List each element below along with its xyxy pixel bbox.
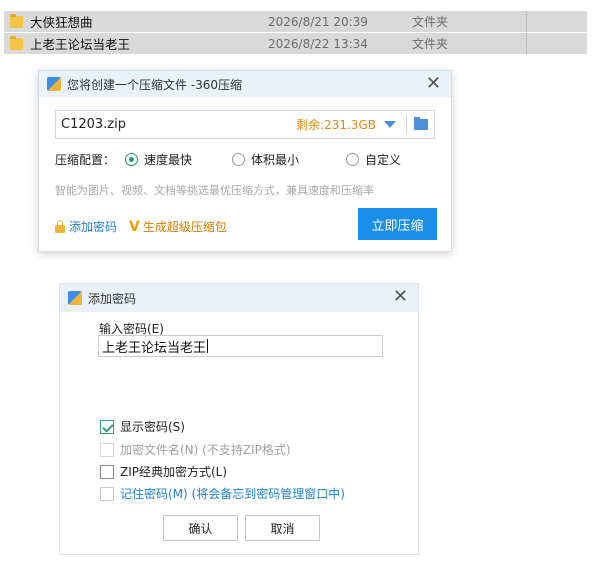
option-fastest[interactable]: 速度最快 bbox=[125, 151, 192, 168]
browse-folder-icon[interactable] bbox=[414, 117, 428, 130]
column-divider bbox=[526, 11, 527, 32]
show-password-option[interactable]: 显示密码(S) bbox=[100, 418, 185, 435]
option-custom[interactable]: 自定义 bbox=[346, 151, 401, 168]
compress-dialog-title: 您将创建一个压缩文件 -360压缩 bbox=[67, 77, 243, 92]
remember-password-option[interactable]: 记住密码(M) (将会备忘到密码管理窗口中) bbox=[100, 485, 345, 502]
option-label: 速度最快 bbox=[144, 153, 193, 167]
option-smallest[interactable]: 体积最小 bbox=[232, 151, 299, 168]
add-password-dialog: 添加密码 ✕ 输入密码(E) 上老王论坛当老王 显示密码(S) 加密文件名(N)… bbox=[59, 283, 419, 555]
file-type: 文件夹 bbox=[412, 37, 449, 51]
compress-dialog-titlebar[interactable]: 您将创建一个压缩文件 -360压缩 ✕ bbox=[39, 71, 451, 97]
checkbox-label: ZIP经典加密方式(L) bbox=[120, 465, 228, 479]
checkbox-label: 记住密码(M) (将会备忘到密码管理窗口中) bbox=[120, 487, 345, 501]
option-label: 自定义 bbox=[365, 153, 402, 167]
compress-now-button[interactable]: 立即压缩 bbox=[358, 208, 437, 240]
confirm-button[interactable]: 确认 bbox=[163, 515, 238, 541]
checkbox-label: 显示密码(S) bbox=[120, 420, 185, 434]
v-icon: V bbox=[129, 218, 140, 235]
password-dialog-titlebar[interactable]: 添加密码 ✕ bbox=[60, 284, 418, 312]
folder-icon bbox=[10, 13, 23, 28]
file-date: 2026/8/21 20:39 bbox=[268, 14, 368, 29]
option-label: 体积最小 bbox=[251, 153, 300, 167]
radio-selected[interactable] bbox=[125, 153, 138, 166]
archive-path-field[interactable]: C1203.zip 剩余:231.3GB bbox=[55, 110, 435, 139]
compress-dialog: 您将创建一个压缩文件 -360压缩 ✕ C1203.zip 剩余:231.3GB… bbox=[38, 70, 452, 252]
file-name: 大侠狂想曲 bbox=[30, 15, 93, 30]
file-name: 上老王论坛当老王 bbox=[30, 37, 131, 52]
close-icon[interactable]: ✕ bbox=[426, 74, 441, 94]
checkbox-label: 加密文件名(N) (不支持ZIP格式) bbox=[120, 443, 291, 457]
file-date: 2026/8/22 13:34 bbox=[268, 36, 368, 51]
column-divider bbox=[526, 33, 527, 54]
checkbox[interactable] bbox=[100, 464, 114, 479]
encrypt-filenames-option: 加密文件名(N) (不支持ZIP格式) bbox=[100, 441, 291, 458]
lock-icon bbox=[55, 219, 65, 233]
radio[interactable] bbox=[346, 153, 359, 166]
chevron-down-icon[interactable] bbox=[384, 121, 396, 128]
free-space-label: 剩余:231.3GB bbox=[296, 118, 376, 132]
password-input[interactable]: 上老王论坛当老王 bbox=[98, 335, 383, 357]
folder-icon bbox=[10, 35, 23, 50]
zip-classic-encryption-option[interactable]: ZIP经典加密方式(L) bbox=[100, 463, 227, 480]
cancel-button[interactable]: 取消 bbox=[245, 515, 320, 541]
radio[interactable] bbox=[232, 153, 245, 166]
text-caret bbox=[207, 339, 209, 353]
archive-name-input[interactable]: C1203.zip bbox=[61, 117, 296, 132]
password-dialog-title: 添加密码 bbox=[88, 291, 137, 306]
checkbox-checked[interactable] bbox=[100, 419, 114, 434]
divider bbox=[406, 115, 407, 134]
file-type: 文件夹 bbox=[412, 15, 449, 29]
password-value: 上老王论坛当老王 bbox=[102, 340, 207, 356]
add-password-link[interactable]: 添加密码 bbox=[69, 218, 117, 235]
compression-config: 压缩配置： 速度最快 体积最小 自定义 bbox=[55, 151, 435, 167]
extra-links: 添加密码 V 生成超级压缩包 bbox=[55, 218, 227, 235]
compression-hint: 智能为图片、视频、文档等挑选最优压缩方式，兼具速度和压缩率 bbox=[55, 184, 374, 197]
file-row[interactable]: 上老王论坛当老王 2026/8/22 13:34 文件夹 bbox=[4, 33, 587, 54]
file-row[interactable]: 大侠狂想曲 2026/8/21 20:39 文件夹 bbox=[4, 11, 587, 32]
checkbox-disabled bbox=[100, 442, 114, 457]
config-label: 压缩配置： bbox=[55, 153, 116, 167]
360zip-icon bbox=[47, 77, 61, 91]
checkbox[interactable] bbox=[100, 486, 114, 501]
360zip-icon bbox=[68, 291, 82, 305]
close-icon[interactable]: ✕ bbox=[393, 287, 408, 307]
super-archive-link[interactable]: 生成超级压缩包 bbox=[143, 218, 227, 235]
